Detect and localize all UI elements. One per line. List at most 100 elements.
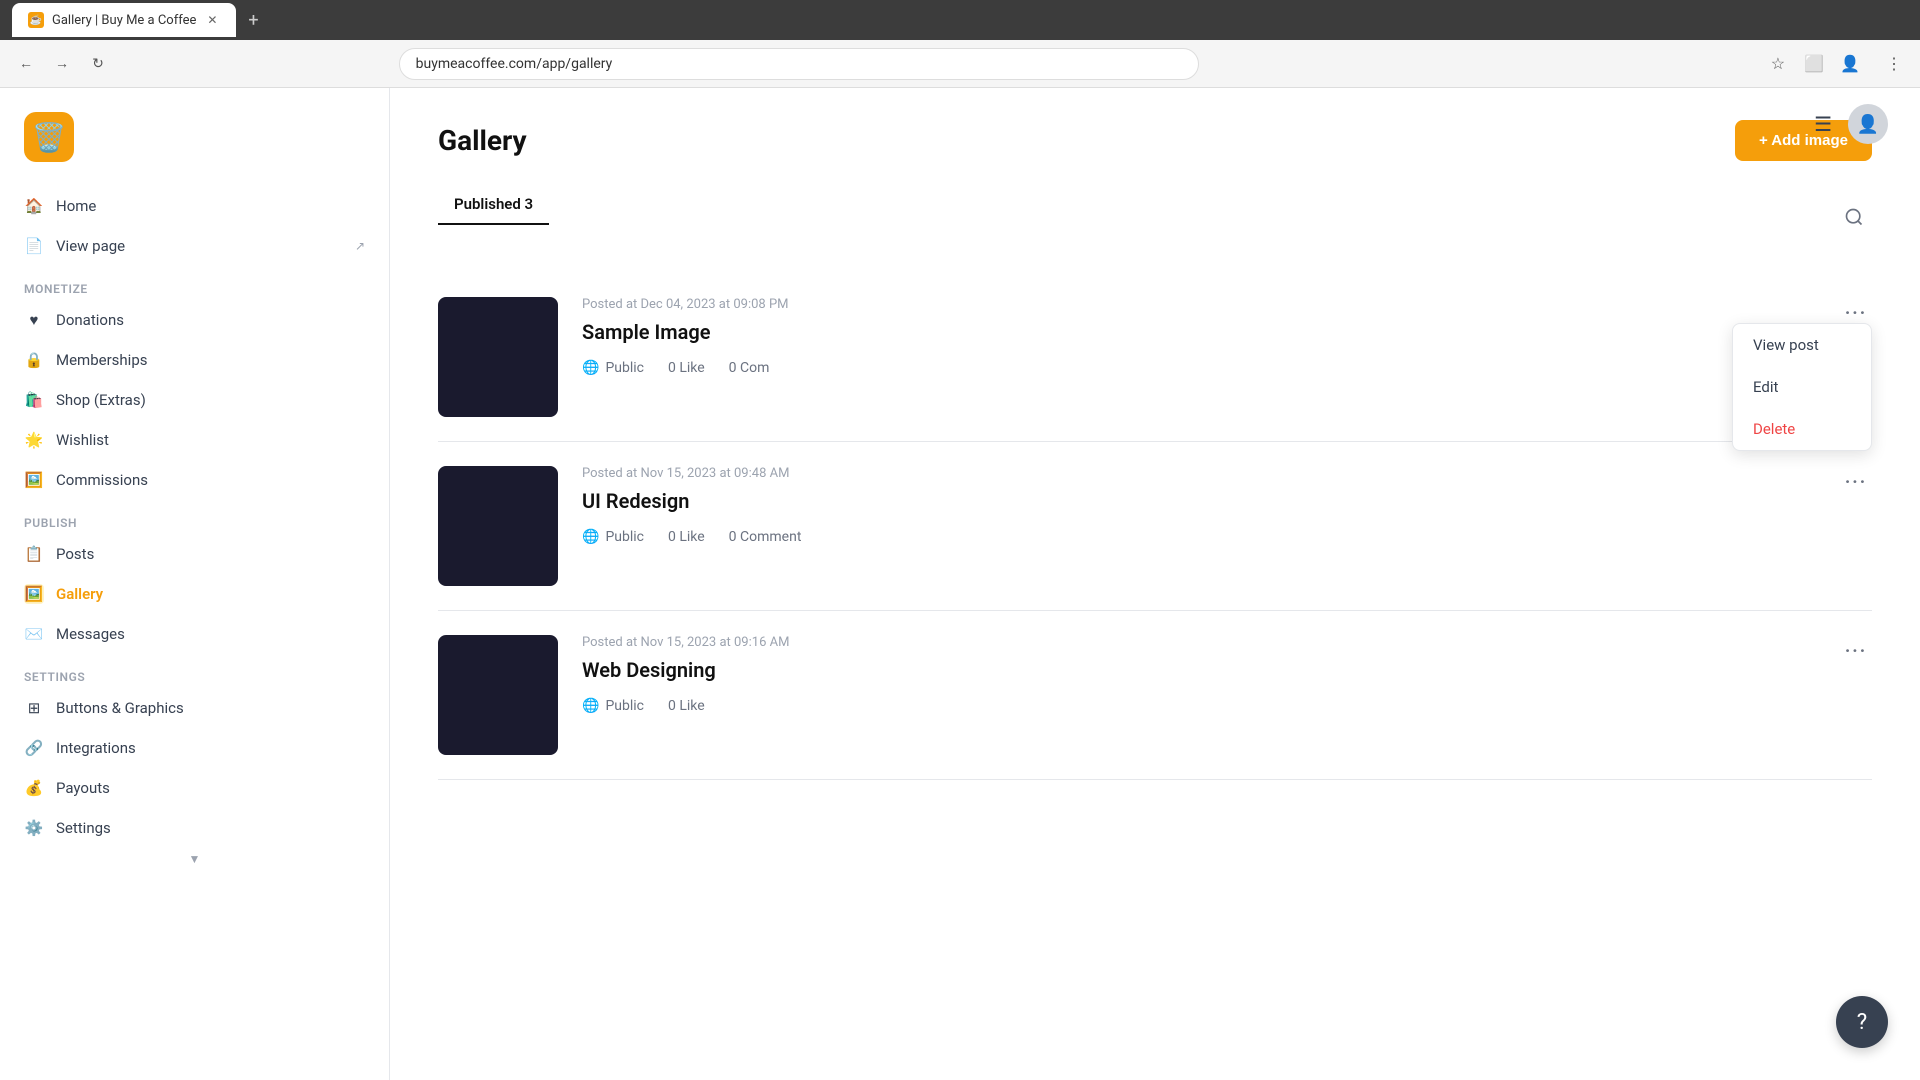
- dropdown-delete[interactable]: Delete: [1733, 408, 1871, 450]
- nav-back-button[interactable]: ←: [12, 50, 40, 78]
- sidebar: 🗑️ 🏠 Home 📄 View page ↗ MONETIZE ♥ Donat…: [0, 88, 390, 1080]
- wishlist-icon: 🌟: [24, 430, 44, 450]
- user-avatar[interactable]: 👤: [1848, 104, 1888, 144]
- view-page-icon: 📄: [24, 236, 44, 256]
- home-icon: 🏠: [24, 196, 44, 216]
- sidebar-item-gallery[interactable]: 🖼️ Gallery: [0, 574, 389, 614]
- visibility-label-1: Public: [605, 529, 644, 545]
- sidebar-logo: 🗑️: [0, 104, 389, 186]
- sidebar-item-shop[interactable]: 🛍️ Shop (Extras): [0, 380, 389, 420]
- payouts-icon: 💰: [24, 778, 44, 798]
- buttons-graphics-icon: ⊞: [24, 698, 44, 718]
- sidebar-item-view-page[interactable]: 📄 View page ↗: [0, 226, 389, 266]
- sidebar-item-posts-label: Posts: [56, 545, 94, 563]
- sidebar-item-commissions-label: Commissions: [56, 471, 148, 489]
- gallery-info-1: Posted at Nov 15, 2023 at 09:48 AM UI Re…: [582, 466, 1816, 545]
- more-options-icon[interactable]: ⋮: [1880, 50, 1908, 78]
- hamburger-menu-icon[interactable]: ☰: [1814, 112, 1832, 136]
- likes-1: 0 Like: [668, 529, 705, 545]
- posts-icon: 📋: [24, 544, 44, 564]
- comments-1: 0 Comment: [729, 529, 802, 545]
- sidebar-item-donations[interactable]: ♥ Donations: [0, 300, 389, 340]
- more-options-button-1[interactable]: ···: [1840, 466, 1872, 498]
- sidebar-item-settings-label: Settings: [56, 819, 111, 837]
- dropdown-edit[interactable]: Edit: [1733, 366, 1871, 408]
- sidebar-item-wishlist-label: Wishlist: [56, 431, 109, 449]
- gallery-item-1: Posted at Nov 15, 2023 at 09:48 AM UI Re…: [438, 442, 1872, 611]
- gallery-thumb-2: [438, 635, 558, 755]
- browser-tab[interactable]: ☕ Gallery | Buy Me a Coffee ✕: [12, 3, 236, 37]
- logo-icon: 🗑️: [24, 112, 74, 162]
- sidebar-item-commissions[interactable]: 🖼️ Commissions: [0, 460, 389, 500]
- tab-close-icon[interactable]: ✕: [204, 12, 220, 28]
- visibility-label-0: Public: [605, 360, 644, 376]
- gallery-title-0: Sample Image: [582, 320, 1816, 344]
- sidebar-item-integrations-label: Integrations: [56, 739, 136, 757]
- main-content: ☰ 👤 Gallery + Add image Published 3: [390, 88, 1920, 1080]
- globe-icon-0: 🌐: [582, 360, 599, 376]
- visibility-2: 🌐 Public: [582, 698, 644, 714]
- tabs: Published 3: [438, 185, 549, 225]
- dropdown-view-post[interactable]: View post: [1733, 324, 1871, 366]
- likes-2: 0 Like: [668, 698, 705, 714]
- profile-icon[interactable]: 👤: [1836, 50, 1864, 78]
- app-header: ☰ 👤: [1782, 88, 1920, 160]
- address-bar[interactable]: buymeacoffee.com/app/gallery: [399, 48, 1199, 80]
- commissions-icon: 🖼️: [24, 470, 44, 490]
- browser-chrome: ☕ Gallery | Buy Me a Coffee ✕ +: [0, 0, 1920, 40]
- gallery-item-wrapper-0: Posted at Dec 04, 2023 at 09:08 PM Sampl…: [438, 273, 1872, 442]
- extension-icon[interactable]: ⬜: [1800, 50, 1828, 78]
- tab-title: Gallery | Buy Me a Coffee: [52, 13, 196, 28]
- browser-toolbar: ← → ↻ buymeacoffee.com/app/gallery ☆ ⬜ 👤…: [0, 40, 1920, 88]
- bookmark-icon[interactable]: ☆: [1764, 50, 1792, 78]
- gallery-stats-0: 🌐 Public 0 Like 0 Com: [582, 360, 1816, 376]
- nav-forward-button[interactable]: →: [48, 50, 76, 78]
- gallery-thumb-0: [438, 297, 558, 417]
- gallery-meta-1: Posted at Nov 15, 2023 at 09:48 AM: [582, 466, 1816, 481]
- sidebar-item-posts[interactable]: 📋 Posts: [0, 534, 389, 574]
- gallery-title-2: Web Designing: [582, 658, 1816, 682]
- sidebar-item-memberships-label: Memberships: [56, 351, 147, 369]
- integrations-icon: 🔗: [24, 738, 44, 758]
- gallery-icon: 🖼️: [24, 584, 44, 604]
- more-options-button-2[interactable]: ···: [1840, 635, 1872, 667]
- toolbar-actions: ☆ ⬜ 👤 ⋮: [1764, 50, 1908, 78]
- sidebar-item-buttons-graphics-label: Buttons & Graphics: [56, 699, 184, 717]
- sidebar-item-donations-label: Donations: [56, 311, 124, 329]
- new-tab-button[interactable]: +: [248, 10, 258, 31]
- sidebar-item-wishlist[interactable]: 🌟 Wishlist: [0, 420, 389, 460]
- comments-0: 0 Com: [729, 360, 770, 376]
- tab-favicon: ☕: [28, 12, 44, 28]
- sidebar-item-payouts[interactable]: 💰 Payouts: [0, 768, 389, 808]
- likes-0: 0 Like: [668, 360, 705, 376]
- sidebar-item-messages[interactable]: ✉️ Messages: [0, 614, 389, 654]
- sidebar-item-buttons-graphics[interactable]: ⊞ Buttons & Graphics: [0, 688, 389, 728]
- sidebar-item-integrations[interactable]: 🔗 Integrations: [0, 728, 389, 768]
- dropdown-menu: View post Edit Delete: [1732, 323, 1872, 451]
- sidebar-item-messages-label: Messages: [56, 625, 125, 643]
- sidebar-item-settings[interactable]: ⚙️ Settings: [0, 808, 389, 848]
- gallery-item-2: Posted at Nov 15, 2023 at 09:16 AM Web D…: [438, 611, 1872, 780]
- app-container: 🗑️ 🏠 Home 📄 View page ↗ MONETIZE ♥ Donat…: [0, 88, 1920, 1080]
- page-header: Gallery + Add image: [438, 120, 1872, 161]
- nav-reload-button[interactable]: ↻: [84, 50, 112, 78]
- tab-published[interactable]: Published 3: [438, 185, 549, 225]
- tab-published-label: Published 3: [454, 195, 533, 213]
- external-link-icon: ↗: [355, 239, 365, 253]
- messages-icon: ✉️: [24, 624, 44, 644]
- sidebar-item-home[interactable]: 🏠 Home: [0, 186, 389, 226]
- sidebar-item-gallery-label: Gallery: [56, 585, 103, 603]
- settings-icon: ⚙️: [24, 818, 44, 838]
- visibility-1: 🌐 Public: [582, 529, 644, 545]
- donations-icon: ♥: [24, 310, 44, 330]
- sidebar-item-view-page-label: View page: [56, 237, 125, 255]
- memberships-icon: 🔒: [24, 350, 44, 370]
- sidebar-scroll-down[interactable]: ▼: [0, 848, 389, 870]
- page-title: Gallery: [438, 124, 527, 157]
- help-button[interactable]: ?: [1836, 996, 1888, 1048]
- sidebar-item-home-label: Home: [56, 197, 96, 215]
- sidebar-item-memberships[interactable]: 🔒 Memberships: [0, 340, 389, 380]
- search-button[interactable]: [1836, 199, 1872, 235]
- gallery-stats-1: 🌐 Public 0 Like 0 Comment: [582, 529, 1816, 545]
- gallery-meta-2: Posted at Nov 15, 2023 at 09:16 AM: [582, 635, 1816, 650]
